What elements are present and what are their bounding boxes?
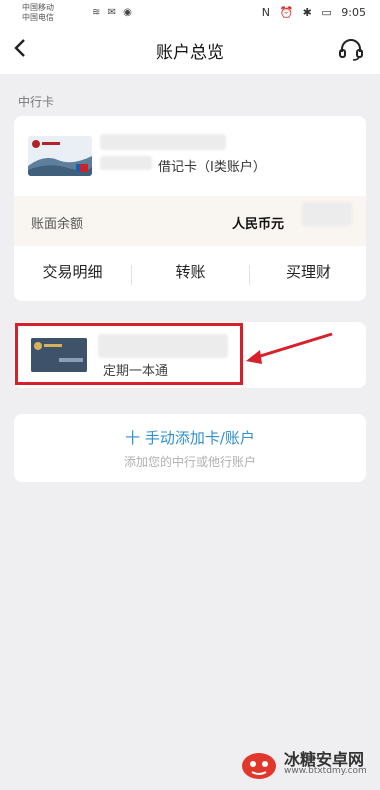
highlight-box: [15, 323, 243, 385]
page-title: 账户总览: [156, 43, 224, 63]
customer-service-button[interactable]: [338, 38, 364, 62]
carrier-info: 中国移动 中国电信: [22, 3, 54, 23]
masked-card-suffix: [100, 156, 152, 170]
message-icon: ✉: [107, 7, 118, 18]
balance-currency: 人民币元: [232, 217, 285, 232]
carrier-2: 中国电信: [22, 13, 54, 22]
signal-icons: ≋ ✉ ◉: [92, 7, 134, 18]
wifi-icon: ≋: [92, 7, 103, 18]
buy-wealth-button[interactable]: 买理财: [250, 261, 367, 282]
add-card-title[interactable]: 十 手动添加卡/账户: [14, 427, 366, 448]
alarm-icon: ⏰: [279, 6, 294, 19]
nfc-icon: N: [261, 6, 270, 19]
app-notification-icon: ◉: [123, 7, 134, 18]
watermark: 冰糖安卓网 www.btxtdmy.com: [240, 746, 370, 782]
status-right: N ⏰ ✱ ▭ 9:05: [256, 6, 366, 19]
masked-card-number: [100, 134, 226, 150]
bluetooth-icon: ✱: [302, 6, 312, 19]
transfer-button[interactable]: 转账: [132, 261, 249, 282]
carrier-1: 中国移动: [22, 3, 54, 12]
battery-icon: ▭: [321, 6, 332, 19]
section-label: 中行卡: [18, 95, 55, 109]
debit-card-panel[interactable]: 借记卡（I类账户） 账面余额 人民币元 交易明细 转账 买理财: [14, 116, 366, 301]
card-actions: 交易明细 转账 买理财: [14, 251, 366, 297]
transaction-details-button[interactable]: 交易明细: [14, 261, 131, 282]
red-arrow-icon: [246, 332, 333, 364]
headset-icon: [339, 39, 363, 61]
account-type: 借记卡（I类账户）: [158, 160, 266, 175]
status-time: 9:05: [341, 6, 366, 19]
watermark-logo-icon: [242, 753, 276, 779]
bank-card-image: [28, 136, 92, 176]
status-bar: 中国移动 中国电信 ≋ ✉ ◉ N ⏰ ✱ ▭ 9:05: [0, 0, 380, 26]
add-card-subtitle: 添加您的中行或他行账户: [123, 455, 256, 469]
watermark-url: www.btxtdmy.com: [284, 766, 367, 776]
app-header: 账户总览: [0, 26, 380, 74]
balance-row: 账面余额 人民币元: [14, 196, 366, 246]
add-card-panel[interactable]: 十 手动添加卡/账户 添加您的中行或他行账户: [14, 414, 366, 482]
balance-label: 账面余额: [31, 217, 84, 232]
masked-balance-amount: [302, 202, 352, 226]
